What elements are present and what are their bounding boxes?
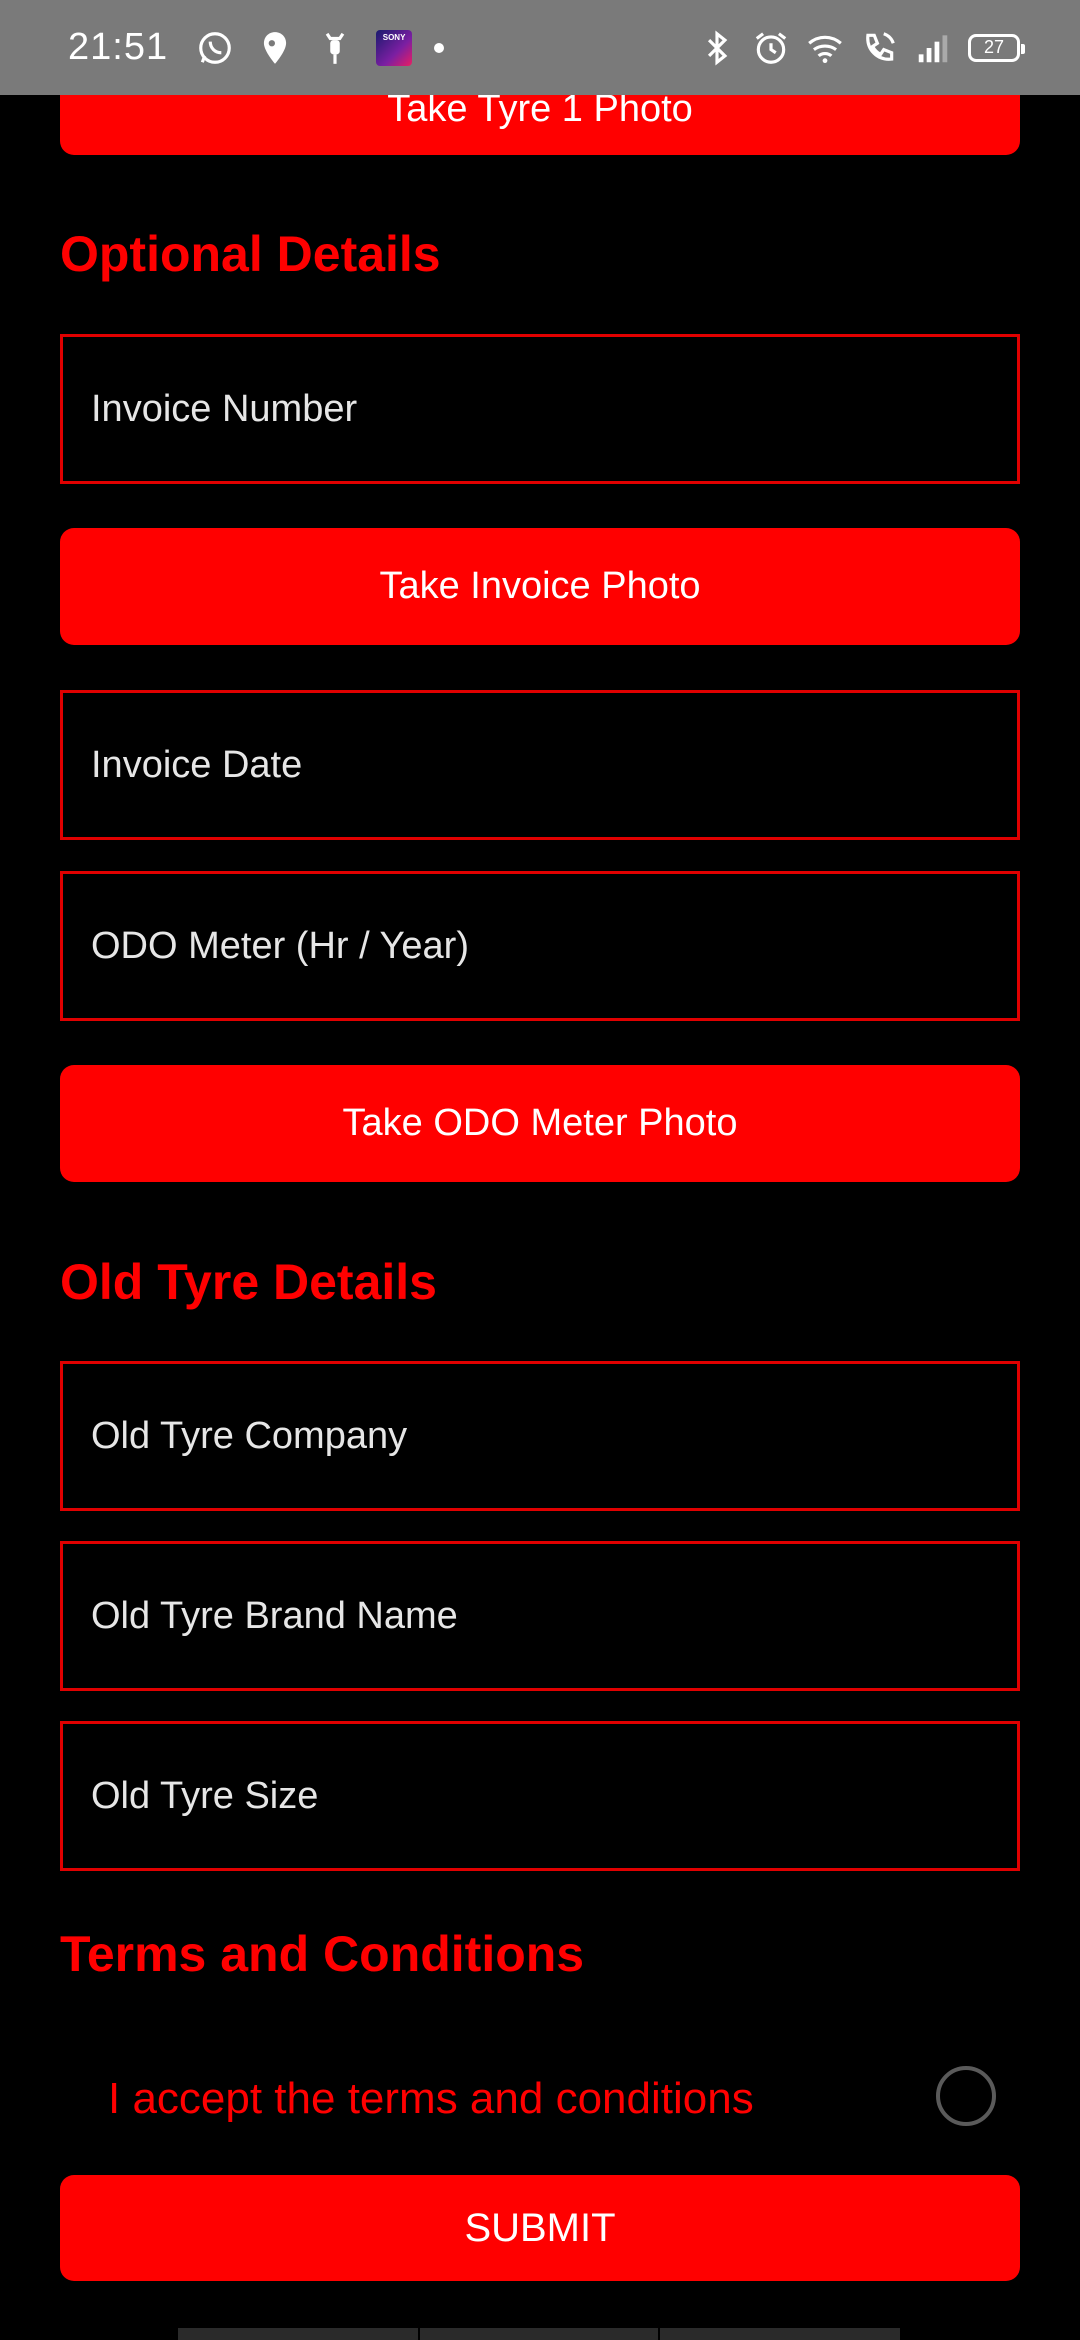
old-tyre-company-input[interactable] (91, 1414, 1017, 1458)
wifi-icon (806, 29, 844, 67)
terms-and-conditions-title: Terms and Conditions (60, 1926, 585, 1982)
nav-handle-right (660, 2328, 900, 2340)
signal-icon (914, 29, 952, 67)
invoice-date-field[interactable] (60, 690, 1020, 840)
status-time: 21:51 (68, 26, 169, 68)
whatsapp-icon (196, 29, 234, 67)
location-icon (256, 29, 294, 67)
bluetooth-icon (698, 29, 736, 67)
scooter-icon (316, 29, 354, 67)
sony-liv-icon: SONY (376, 29, 413, 66)
call-icon (860, 29, 898, 67)
invoice-number-input[interactable] (91, 387, 1017, 431)
dot-icon (434, 42, 445, 53)
status-bar: 21:51 SONY 27 (0, 0, 1080, 95)
status-left-icons: SONY (196, 29, 445, 67)
terms-radio-button[interactable] (936, 2066, 996, 2126)
take-odo-meter-photo-button[interactable]: Take ODO Meter Photo (60, 1065, 1020, 1182)
battery-icon: 27 (968, 33, 1025, 62)
old-tyre-brand-input[interactable] (91, 1594, 1017, 1638)
alarm-icon (752, 29, 790, 67)
old-tyre-company-field[interactable] (60, 1361, 1020, 1511)
take-invoice-photo-button[interactable]: Take Invoice Photo (60, 528, 1020, 645)
old-tyre-details-title: Old Tyre Details (60, 1254, 437, 1310)
optional-details-title: Optional Details (60, 226, 441, 282)
odo-meter-input[interactable] (91, 924, 1017, 968)
old-tyre-size-input[interactable] (91, 1774, 1017, 1818)
nav-handle-middle (420, 2328, 658, 2340)
status-right-icons: 27 (698, 29, 1025, 67)
nav-handle-left (178, 2328, 418, 2340)
submit-button[interactable]: SUBMIT (60, 2175, 1020, 2281)
odo-meter-field[interactable] (60, 871, 1020, 1021)
terms-label: I accept the terms and conditions (108, 2074, 754, 2123)
old-tyre-brand-field[interactable] (60, 1541, 1020, 1691)
invoice-number-field[interactable] (60, 334, 1020, 484)
terms-checkbox-row[interactable]: I accept the terms and conditions (108, 2066, 1008, 2132)
old-tyre-size-field[interactable] (60, 1721, 1020, 1871)
screen: 21:51 SONY 27 Take Tyre 1 Photo Optional… (0, 0, 1080, 2340)
invoice-date-input[interactable] (91, 743, 1017, 787)
